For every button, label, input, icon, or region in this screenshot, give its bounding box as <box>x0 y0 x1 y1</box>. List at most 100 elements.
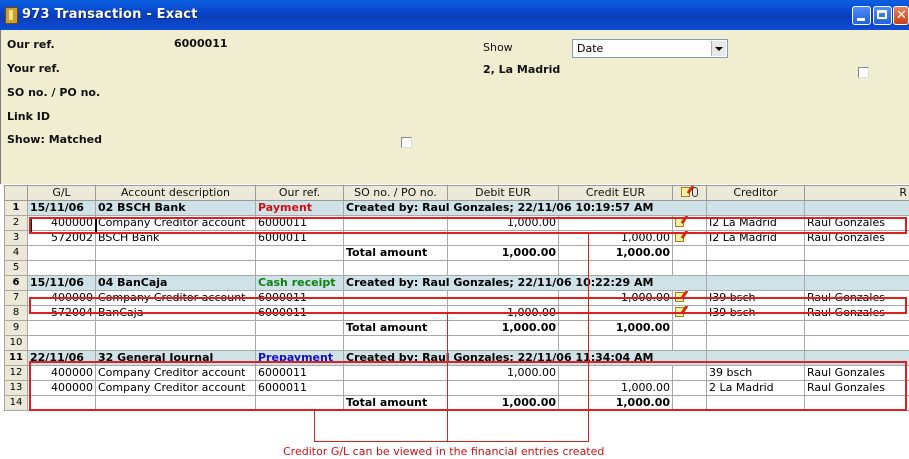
close-button[interactable]: ✕ <box>893 6 909 25</box>
empty-cell[interactable] <box>95 260 256 276</box>
maximize-button[interactable] <box>873 6 892 25</box>
note-pencil-icon[interactable] <box>675 307 684 317</box>
creditor-checkbox[interactable] <box>858 67 869 78</box>
chevron-down-icon[interactable] <box>711 41 726 56</box>
show-select[interactable]: Date <box>572 39 728 58</box>
entry-date[interactable]: 22/11/06 <box>27 350 96 366</box>
user-name[interactable]: Raul Gonzales <box>804 215 909 231</box>
table-row[interactable]: 13 400000 Company Creditor account 6000011 1… <box>4 380 909 396</box>
total-row[interactable]: 14 Total amount 1,000.00 1,000.00 <box>4 395 909 411</box>
blank-row[interactable]: 5 <box>4 260 909 276</box>
debit-amount[interactable]: 1,000.00 <box>447 365 559 381</box>
row-number[interactable]: 2 <box>4 215 28 231</box>
row-number[interactable]: 10 <box>4 335 28 351</box>
credit-amount[interactable]: 1,000.00 <box>558 380 673 396</box>
account-description[interactable]: Company Creditor account <box>95 215 256 231</box>
user-name[interactable]: Raul Gonzales <box>804 305 909 321</box>
blank-row[interactable]: 10 <box>4 335 909 351</box>
debit-amount[interactable]: 1,000.00 <box>447 305 559 321</box>
column-header-debit[interactable]: Debit EUR <box>447 185 559 201</box>
note-cell[interactable] <box>672 290 707 306</box>
table-row[interactable]: 12 400000 Company Creditor account 6000011 1… <box>4 365 909 381</box>
account-description[interactable]: BSCH Bank <box>95 230 256 246</box>
section-row[interactable]: 6 15/11/06 04 BanCaja Cash receipt Created b… <box>4 275 909 291</box>
debit-amount[interactable]: 1,000.00 <box>447 215 559 231</box>
table-row[interactable]: 8 572004 BanCaja 6000011 1,000.00 I39 bsch Rau… <box>4 305 909 321</box>
total-row[interactable]: 4 Total amount 1,000.00 1,000.00 <box>4 245 909 261</box>
credit-amount[interactable] <box>558 365 673 381</box>
section-row[interactable]: 11 22/11/06 32 General Journal Prepayment Cr… <box>4 350 909 366</box>
creditor-name[interactable]: I39 bsch <box>706 305 805 321</box>
credit-amount[interactable]: 1,000.00 <box>558 230 673 246</box>
credit-amount[interactable]: 1,000.00 <box>558 290 673 306</box>
note-cell[interactable] <box>672 380 707 396</box>
column-header-creditor[interactable]: Creditor <box>706 185 805 201</box>
table-row[interactable]: 7 400000 Company Creditor account 6000011 1,… <box>4 290 909 306</box>
note-pencil-icon[interactable] <box>675 232 684 242</box>
gl-account[interactable]: 400000 <box>27 290 96 306</box>
empty-cell[interactable] <box>672 260 707 276</box>
row-number[interactable]: 11 <box>4 350 28 366</box>
note-cell[interactable] <box>672 365 707 381</box>
empty-cell[interactable] <box>343 335 448 351</box>
credit-amount[interactable] <box>558 215 673 231</box>
empty-cell[interactable] <box>558 260 673 276</box>
user-name[interactable]: Raul Gonzales <box>804 365 909 381</box>
empty-cell[interactable] <box>706 260 805 276</box>
account-description[interactable]: Company Creditor account <box>95 380 256 396</box>
empty-cell[interactable] <box>27 335 96 351</box>
row-number[interactable]: 14 <box>4 395 28 411</box>
note-cell[interactable] <box>672 230 707 246</box>
minimize-button[interactable] <box>852 6 871 25</box>
gl-account[interactable]: 400000 <box>27 365 96 381</box>
user-name[interactable]: Raul Gonzales <box>804 230 909 246</box>
column-header-gl[interactable]: G/L <box>27 185 96 201</box>
section-row[interactable]: 1 15/11/06 02 BSCH Bank Payment Created by: … <box>4 200 909 216</box>
column-header-attachments[interactable] <box>672 185 707 201</box>
gl-account[interactable]: 400000 <box>27 380 96 396</box>
creditor-name[interactable]: 39 bsch <box>706 365 805 381</box>
so-po-no[interactable] <box>343 215 448 231</box>
our-ref[interactable]: 6000011 <box>255 230 344 246</box>
gl-account[interactable]: 572002 <box>27 230 96 246</box>
debit-amount[interactable] <box>447 380 559 396</box>
empty-cell[interactable] <box>447 260 559 276</box>
empty-cell[interactable] <box>343 260 448 276</box>
debit-amount[interactable] <box>447 230 559 246</box>
row-number[interactable]: 3 <box>4 230 28 246</box>
empty-cell[interactable] <box>672 335 707 351</box>
our-ref[interactable]: 6000011 <box>255 380 344 396</box>
column-header-our-ref[interactable]: Our ref. <box>255 185 344 201</box>
empty-cell[interactable] <box>558 335 673 351</box>
row-number[interactable]: 12 <box>4 365 28 381</box>
table-row[interactable]: 3 572002 BSCH Bank 6000011 1,000.00 I2 La Mad… <box>4 230 909 246</box>
journal-name[interactable]: 32 General Journal <box>95 350 256 366</box>
table-row[interactable]: 2 400000 Company Creditor account 6000011 1,… <box>4 215 909 231</box>
creditor-name[interactable]: I2 La Madrid <box>706 230 805 246</box>
empty-cell[interactable] <box>447 335 559 351</box>
row-number[interactable]: 1 <box>4 200 28 216</box>
debit-amount[interactable] <box>447 290 559 306</box>
column-header-credit[interactable]: Credit EUR <box>558 185 673 201</box>
row-number[interactable]: 13 <box>4 380 28 396</box>
our-ref[interactable]: 6000011 <box>255 215 344 231</box>
so-po-no[interactable] <box>343 290 448 306</box>
entry-type[interactable]: Cash receipt <box>255 275 344 291</box>
creditor-name[interactable]: 2 La Madrid <box>706 380 805 396</box>
entry-date[interactable]: 15/11/06 <box>27 200 96 216</box>
entry-type[interactable]: Payment <box>255 200 344 216</box>
journal-name[interactable]: 02 BSCH Bank <box>95 200 256 216</box>
account-description[interactable]: BanCaja <box>95 305 256 321</box>
empty-cell[interactable] <box>804 260 909 276</box>
so-po-no[interactable] <box>343 305 448 321</box>
empty-cell[interactable] <box>255 260 344 276</box>
note-pencil-icon[interactable] <box>675 217 684 227</box>
so-po-no[interactable] <box>343 380 448 396</box>
journal-name[interactable]: 04 BanCaja <box>95 275 256 291</box>
note-cell[interactable] <box>672 215 707 231</box>
row-number[interactable]: 9 <box>4 320 28 336</box>
creditor-name[interactable]: I2 La Madrid <box>706 215 805 231</box>
account-description[interactable]: Company Creditor account <box>95 365 256 381</box>
empty-cell[interactable] <box>804 335 909 351</box>
user-name[interactable]: Raul Gonzales <box>804 380 909 396</box>
